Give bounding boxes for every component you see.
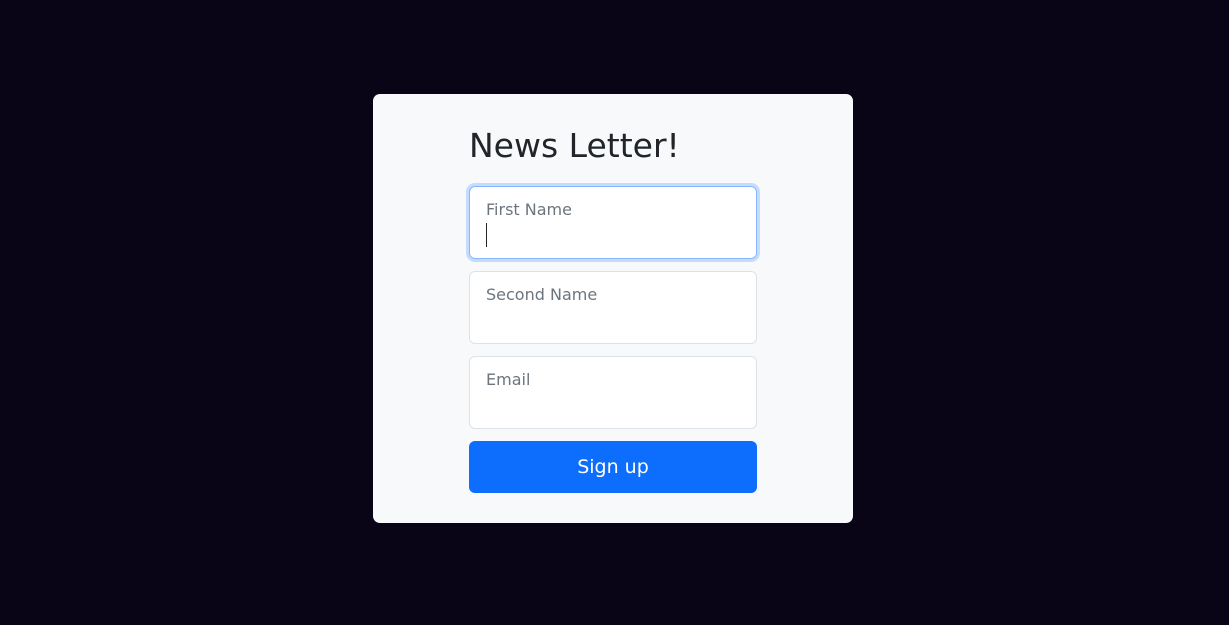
sign-up-button[interactable]: Sign up	[469, 441, 757, 493]
first-name-field[interactable]: First Name	[469, 186, 757, 259]
first-name-input[interactable]	[485, 223, 740, 247]
text-cursor	[486, 223, 487, 247]
form-title: News Letter!	[469, 126, 680, 165]
second-name-input[interactable]	[485, 308, 740, 332]
newsletter-card: News Letter! First Name Second Name Emai…	[373, 94, 853, 523]
email-input[interactable]	[485, 393, 740, 417]
email-label: Email	[486, 370, 531, 389]
first-name-label: First Name	[486, 200, 572, 219]
email-field[interactable]: Email	[469, 356, 757, 429]
second-name-field[interactable]: Second Name	[469, 271, 757, 344]
second-name-label: Second Name	[486, 285, 598, 304]
